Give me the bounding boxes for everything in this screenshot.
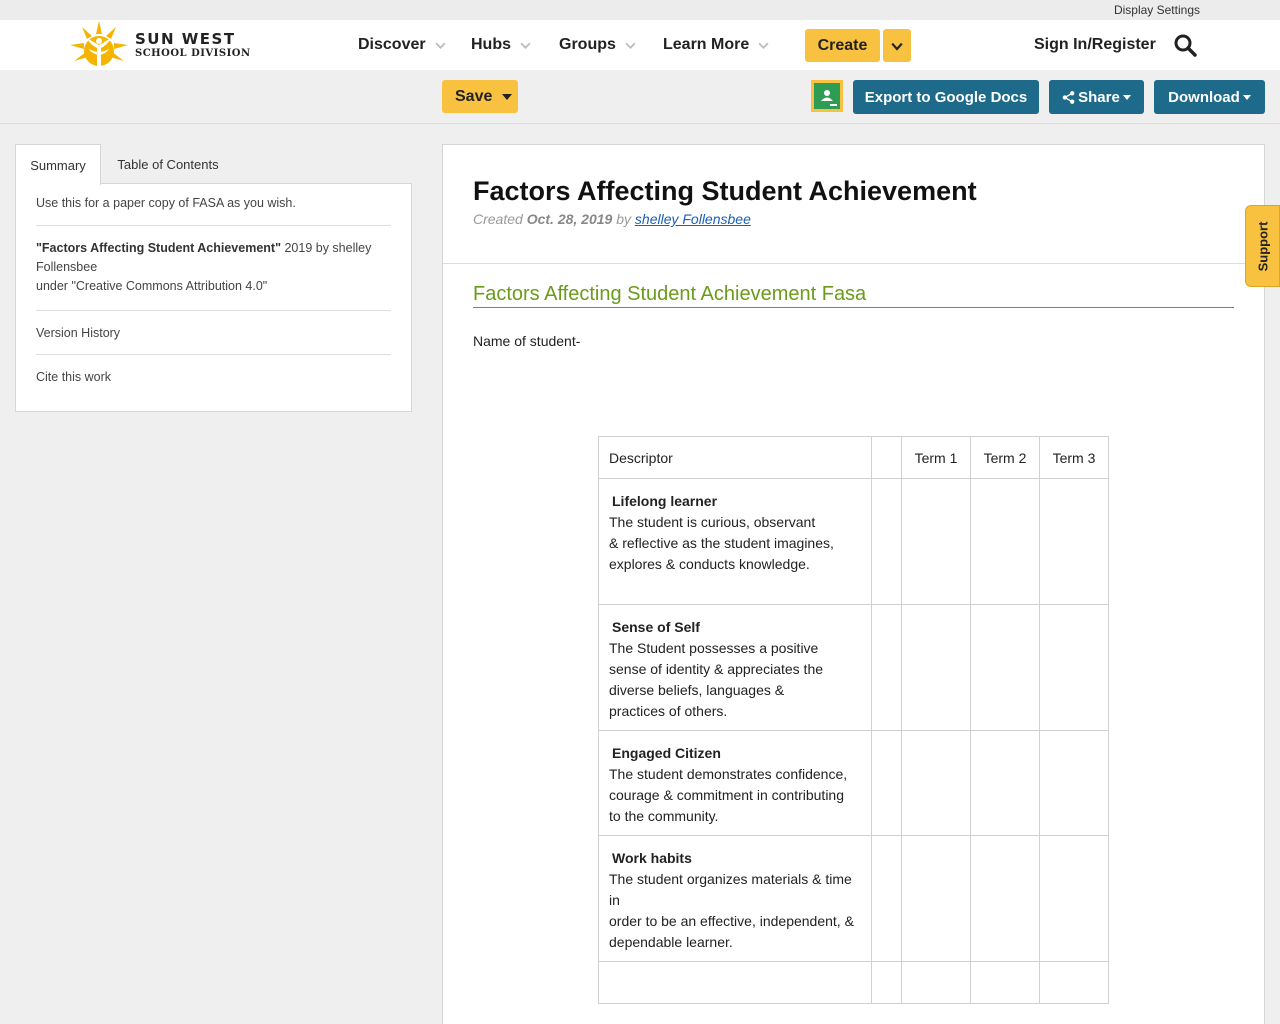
google-classroom-icon[interactable]: [811, 80, 843, 112]
descriptor-cell: Sense of Self The Student possesses a po…: [598, 604, 872, 731]
resource-toolbar: Save Export to Google Docs Share Downloa…: [0, 70, 1280, 124]
nav-groups[interactable]: Groups: [559, 20, 636, 70]
logo-title: SUN WEST: [135, 29, 236, 48]
header-descriptor: Descriptor: [598, 436, 872, 479]
download-button[interactable]: Download: [1154, 80, 1265, 114]
sun-logo-icon: [70, 21, 128, 67]
section-title: Factors Affecting Student Achievement Fa…: [473, 283, 1234, 308]
table-row: Work habits The student organizes materi…: [598, 835, 1109, 962]
chevron-down-icon: [435, 42, 446, 49]
descriptor-title: Lifelong learner: [612, 493, 718, 509]
document-header: Factors Affecting Student Achievement Cr…: [443, 145, 1264, 264]
resource-description: Use this for a paper copy of FASA as you…: [36, 184, 391, 226]
logo-subtitle: SCHOOL DIVISION: [135, 47, 251, 59]
attribution-license: under "Creative Commons Attribution 4.0": [36, 279, 268, 293]
created-date: Oct. 28, 2019: [526, 211, 613, 227]
table-row: Lifelong learner The student is curious,…: [598, 478, 1109, 605]
nav-hubs[interactable]: Hubs: [471, 20, 531, 70]
sidebar-tabs: Summary Table of Contents: [15, 144, 412, 185]
attribution: "Factors Affecting Student Achievement" …: [36, 226, 391, 311]
display-settings-link[interactable]: Display Settings: [1114, 3, 1200, 17]
table-row: [598, 961, 1109, 1004]
header-term-2: Term 2: [970, 436, 1040, 479]
author-link[interactable]: shelley Follensbee: [635, 211, 751, 227]
descriptor-cell: Work habits The student organizes materi…: [598, 835, 872, 962]
descriptor-body: The student organizes materials & time i…: [609, 871, 854, 950]
save-button[interactable]: Save: [442, 80, 518, 113]
create-dropdown-button[interactable]: [883, 29, 911, 62]
chevron-down-icon: [520, 42, 531, 49]
chevron-down-icon: [758, 42, 769, 49]
document-panel: Factors Affecting Student Achievement Cr…: [442, 144, 1265, 1024]
descriptor-cell: Engaged Citizen The student demonstrates…: [598, 730, 872, 836]
utility-bar: Display Settings: [0, 0, 1280, 20]
student-name-label: Name of student-: [473, 333, 581, 349]
descriptor-body: The student is curious, observant & refl…: [609, 514, 834, 572]
descriptor-body: The student demonstrates confidence, cou…: [609, 766, 848, 824]
export-to-google-docs-button[interactable]: Export to Google Docs: [853, 80, 1039, 114]
nav-discover[interactable]: Discover: [358, 20, 446, 70]
resource-sidebar: Summary Table of Contents Use this for a…: [15, 144, 412, 412]
share-button[interactable]: Share: [1049, 80, 1144, 114]
fasa-table: Descriptor Term 1 Term 2 Term 3 Lifelong…: [598, 436, 1109, 1004]
search-icon[interactable]: [1173, 33, 1197, 57]
cite-this-work-link[interactable]: Cite this work: [36, 355, 391, 398]
chevron-down-icon: [891, 42, 903, 51]
descriptor-cell: Lifelong learner The student is curious,…: [598, 478, 872, 605]
version-history-link[interactable]: Version History: [36, 311, 391, 355]
table-header-row: Descriptor Term 1 Term 2 Term 3: [598, 436, 1109, 479]
descriptor-title: Work habits: [612, 850, 692, 866]
document-body: Factors Affecting Student Achievement Fa…: [443, 264, 1264, 349]
nav-learn-more[interactable]: Learn More: [663, 20, 769, 70]
tab-summary[interactable]: Summary: [15, 144, 101, 185]
sun-west-logo[interactable]: SUN WEST SCHOOL DIVISION: [70, 20, 251, 70]
summary-panel: Use this for a paper copy of FASA as you…: [15, 183, 412, 412]
header-term-3: Term 3: [1039, 436, 1109, 479]
share-icon: [1062, 90, 1075, 104]
chevron-down-icon: [625, 42, 636, 49]
attribution-work-title: "Factors Affecting Student Achievement": [36, 241, 281, 255]
header-blank: [871, 436, 902, 479]
table-row: Engaged Citizen The student demonstrates…: [598, 730, 1109, 836]
tab-table-of-contents[interactable]: Table of Contents: [103, 144, 233, 184]
descriptor-body: The Student possesses a positive sense o…: [609, 640, 824, 719]
document-meta: Created Oct. 28, 2019 by shelley Follens…: [473, 211, 751, 227]
descriptor-title: Engaged Citizen: [612, 745, 721, 761]
support-tab[interactable]: Support: [1245, 205, 1280, 287]
caret-down-icon: [1122, 94, 1131, 100]
page-title: Factors Affecting Student Achievement: [473, 176, 977, 206]
caret-down-icon: [1242, 94, 1251, 100]
descriptor-title: Sense of Self: [612, 619, 700, 635]
table-row: Sense of Self The Student possesses a po…: [598, 604, 1109, 731]
main-navbar: SUN WEST SCHOOL DIVISION Discover Hubs G…: [0, 20, 1280, 70]
sign-in-register-link[interactable]: Sign In/Register: [1034, 20, 1156, 70]
create-button[interactable]: Create: [805, 29, 880, 62]
caret-down-icon: [502, 93, 513, 100]
header-term-1: Term 1: [901, 436, 971, 479]
